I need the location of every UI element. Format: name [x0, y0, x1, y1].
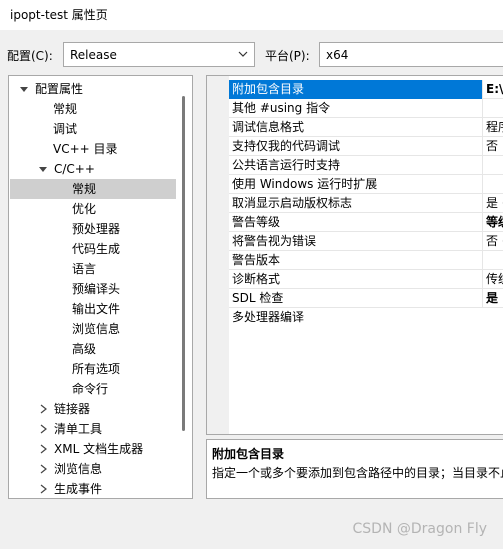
property-row[interactable]: 其他 #using 指令	[229, 99, 503, 118]
platform-value: x64	[326, 48, 349, 62]
property-row[interactable]: 调试信息格式 程序	[229, 118, 503, 137]
tree-item-language[interactable]: 语言	[72, 259, 96, 279]
tree-item-cpp[interactable]: C/C++	[34, 159, 184, 179]
platform-dropdown[interactable]: x64	[319, 42, 503, 67]
description-text: 指定一个或多个要添加到包含路径中的目录；当目录不止	[212, 466, 503, 480]
tree-item-browse-info[interactable]: 浏览信息	[34, 459, 184, 479]
property-row[interactable]: SDL 检查 是 (	[229, 289, 503, 308]
property-row[interactable]: 取消显示启动版权标志 是 (	[229, 194, 503, 213]
property-row[interactable]: 支持仅我的代码调试 否	[229, 137, 503, 156]
tree-item-command-line[interactable]: 命令行	[72, 379, 108, 399]
tree-item-browse-information[interactable]: 浏览信息	[72, 319, 120, 339]
configuration-label: 配置(C):	[7, 49, 53, 63]
tree-item-general[interactable]: 常规	[53, 99, 77, 119]
property-grid: 附加包含目录 E:\工 其他 #using 指令 调试信息格式 程序 支持仅我的…	[206, 75, 503, 435]
caret-right-icon	[40, 424, 47, 434]
property-row[interactable]: 警告版本	[229, 251, 503, 270]
property-row[interactable]: 将警告视为错误 否 (	[229, 232, 503, 251]
property-row[interactable]: 多处理器编译	[229, 308, 503, 327]
tree-item-build-events[interactable]: 生成事件	[34, 479, 184, 498]
caret-right-icon	[40, 464, 47, 474]
caret-right-icon	[40, 404, 47, 414]
caret-down-icon	[39, 167, 47, 172]
tree-item-code-generation[interactable]: 代码生成	[72, 239, 120, 259]
caret-right-icon	[40, 444, 47, 454]
property-row[interactable]: 附加包含目录 E:\工	[229, 80, 503, 99]
tree-item-cpp-general[interactable]: 常规	[10, 179, 176, 199]
description-panel: 附加包含目录 指定一个或多个要添加到包含路径中的目录；当目录不止	[206, 439, 503, 499]
platform-label: 平台(P):	[265, 49, 310, 63]
configuration-dropdown[interactable]: Release	[63, 42, 255, 67]
description-title: 附加包含目录	[212, 447, 285, 461]
property-row[interactable]: 警告等级 等级	[229, 213, 503, 232]
tree-item-all-options[interactable]: 所有选项	[72, 359, 120, 379]
watermark: CSDN @Dragon Fly	[352, 521, 487, 537]
chevron-down-icon	[238, 51, 248, 57]
property-tree: 配置属性 常规 调试 VC++ 目录 C/C++ 常规 优化 预处理器 代码生成…	[8, 75, 193, 499]
tree-item-advanced[interactable]: 高级	[72, 339, 96, 359]
tree-item-manifest-tool[interactable]: 清单工具	[34, 419, 184, 439]
property-row[interactable]: 使用 Windows 运行时扩展	[229, 175, 503, 194]
tree-item-linker[interactable]: 链接器	[34, 399, 184, 419]
configuration-bar: 配置(C): Release 平台(P): x64	[0, 42, 503, 68]
property-row[interactable]: 公共语言运行时支持	[229, 156, 503, 175]
tree-scrollbar[interactable]	[182, 96, 185, 431]
tree-item-optimization[interactable]: 优化	[72, 199, 96, 219]
caret-down-icon	[20, 87, 28, 92]
tree-item-config-properties[interactable]: 配置属性	[15, 79, 190, 99]
grid-gutter	[207, 76, 229, 434]
tree-item-vc-directories[interactable]: VC++ 目录	[53, 139, 118, 159]
tree-item-xml-doc-generator[interactable]: XML 文档生成器	[34, 439, 184, 459]
tree-item-precompiled-headers[interactable]: 预编译头	[72, 279, 120, 299]
tree-item-debugging[interactable]: 调试	[53, 119, 77, 139]
configuration-value: Release	[70, 48, 117, 62]
tree-item-preprocessor[interactable]: 预处理器	[72, 219, 120, 239]
title-bar: ipopt-test 属性页	[0, 0, 503, 30]
property-row[interactable]: 诊断格式 传统	[229, 270, 503, 289]
tree-item-output-files[interactable]: 输出文件	[72, 299, 120, 319]
caret-right-icon	[40, 484, 47, 494]
window-title: ipopt-test 属性页	[10, 8, 108, 22]
